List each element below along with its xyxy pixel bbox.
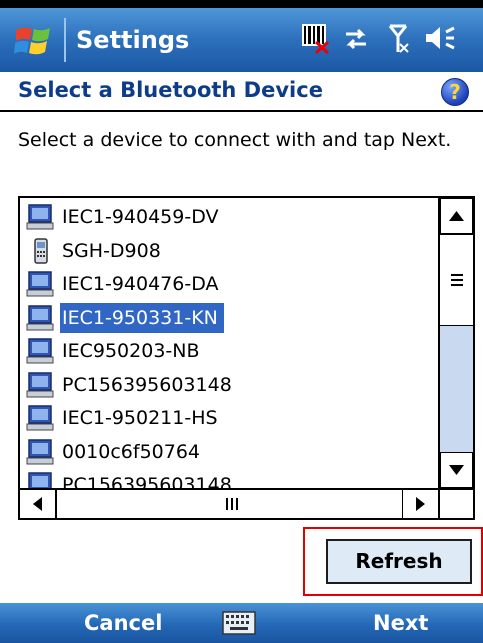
scroll-up-button[interactable] [440, 198, 473, 234]
computer-icon [28, 472, 52, 488]
header-divider [0, 110, 483, 112]
softkey-bar: Cancel Next [0, 603, 483, 643]
scroll-down-button[interactable] [440, 452, 473, 488]
cancel-softkey[interactable]: Cancel [84, 611, 162, 635]
device-name: IEC1-940459-DV [62, 206, 219, 228]
computer-icon [26, 438, 54, 464]
phone-icon [34, 237, 48, 264]
device-list-item[interactable]: IEC950203-NB [24, 334, 434, 366]
device-list-item[interactable]: IEC1-940459-DV [24, 200, 434, 232]
vertical-scroll-thumb[interactable] [440, 234, 473, 326]
antenna-icon[interactable] [386, 22, 410, 58]
device-list-item[interactable]: PC156395603148 [24, 368, 434, 400]
horizontal-scroll-thumb[interactable] [56, 490, 408, 518]
device-list-item[interactable]: PC156395603148 [24, 468, 434, 488]
computer-icon [26, 338, 54, 364]
scroll-right-button[interactable] [402, 490, 438, 518]
computer-icon [26, 371, 54, 397]
page-title: Select a Bluetooth Device [18, 78, 323, 102]
app-title: Settings [76, 26, 190, 54]
title-separator [64, 18, 66, 62]
device-list-item[interactable]: IEC1-950331-KN [24, 301, 434, 333]
title-bar: Settings [0, 0, 483, 72]
signal-barcode-icon[interactable] [300, 22, 330, 58]
scroll-left-button[interactable] [20, 490, 56, 518]
device-list-item[interactable]: SGH-D908 [24, 234, 434, 266]
computer-icon [26, 204, 54, 230]
horizontal-scrollbar[interactable] [20, 488, 438, 518]
device-name: PC156395603148 [62, 373, 232, 396]
device-list-item[interactable]: IEC1-950211-HS [24, 401, 434, 433]
instructions-text: Select a device to connect with and tap … [18, 129, 452, 151]
keyboard-icon[interactable] [222, 611, 256, 635]
next-softkey[interactable]: Next [373, 611, 428, 635]
computer-icon [26, 405, 54, 431]
device-name: SGH-D908 [62, 239, 161, 262]
computer-icon [26, 271, 54, 297]
computer-icon [26, 304, 54, 330]
device-list: IEC1-940459-DV SGH-D908 IEC1-940476-DA IEC1… [20, 198, 438, 488]
page-header: Select a Bluetooth Device ? [0, 72, 483, 112]
device-name: PC156395603148 [62, 474, 232, 488]
help-icon[interactable]: ? [441, 78, 469, 106]
scrollbar-corner [438, 488, 473, 518]
vertical-scrollbar[interactable] [438, 198, 473, 488]
device-name: IEC1-940476-DA [62, 273, 219, 295]
windows-start-logo[interactable] [14, 22, 54, 60]
device-listbox[interactable]: IEC1-940459-DV SGH-D908 IEC1-940476-DA IEC1… [18, 196, 475, 520]
device-name: IEC950203-NB [62, 340, 200, 362]
speaker-icon[interactable] [424, 24, 456, 56]
device-list-item[interactable]: 0010c6f50764 [24, 435, 434, 467]
refresh-button[interactable]: Refresh [326, 539, 472, 584]
connectivity-icon[interactable] [342, 26, 370, 56]
device-list-item[interactable]: IEC1-940476-DA [24, 267, 434, 299]
device-name: 0010c6f50764 [62, 440, 201, 463]
device-name: IEC1-950331-KN [60, 302, 224, 333]
device-name: IEC1-950211-HS [62, 407, 218, 429]
